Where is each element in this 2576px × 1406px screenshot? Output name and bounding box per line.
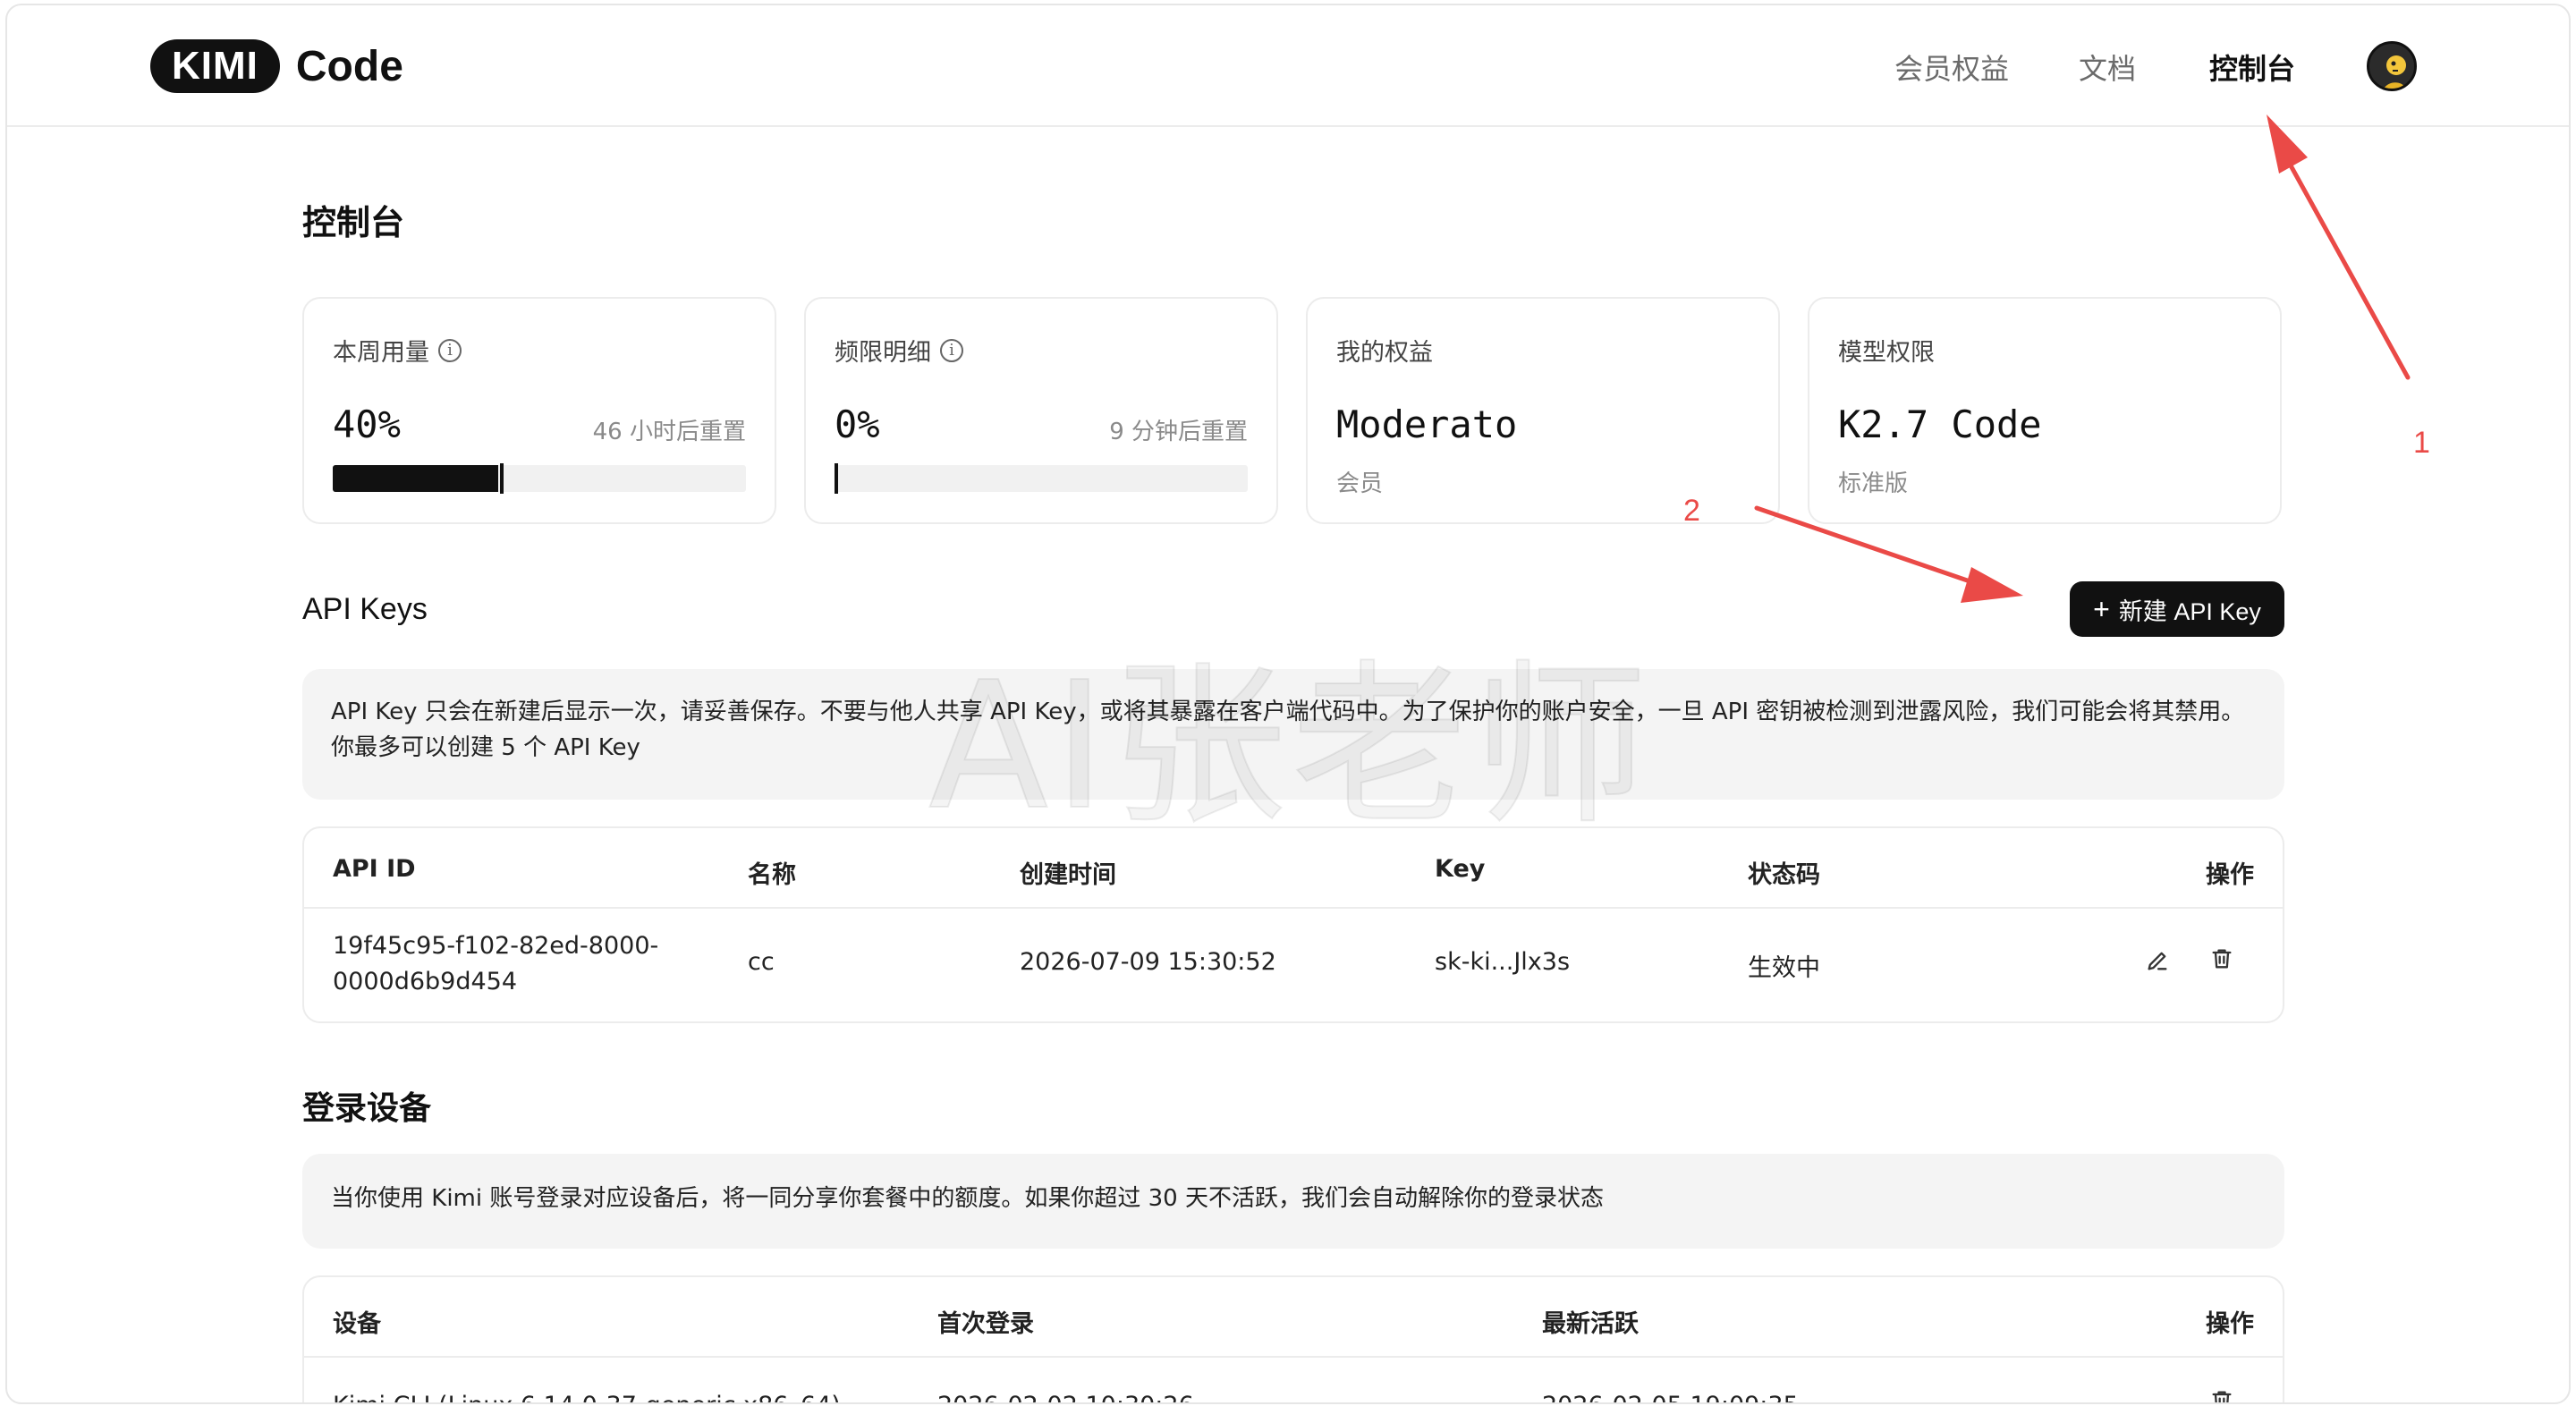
weekly-usage-value: 40% [333,402,401,446]
column-key: Key [1435,855,1486,883]
logo[interactable]: KIMI Code [150,39,403,93]
rate-limit-progress-marker [835,463,838,494]
model-access-card: 模型权限 K2.7 Code 标准版 [1808,297,2282,524]
devices-notice: 当你使用 Kimi 账号登录对应设备后，将一同分享你套餐中的额度。如果你超过 3… [302,1154,2284,1249]
weekly-usage-card: 本周用量 i 40% 46 小时后重置 [302,297,776,524]
new-api-key-button[interactable]: + 新建 API Key [2070,581,2284,637]
annotation-label-1: 1 [2413,426,2430,460]
annotation-label-2: 2 [1683,494,1700,528]
column-device: 设备 [333,1310,381,1338]
api-keys-title: API Keys [302,592,428,626]
benefits-sub: 会员 [1336,470,1384,497]
info-icon[interactable]: i [438,338,462,362]
api-keys-notice: API Key 只会在新建后显示一次，请妥善保存。不要与他人共享 API Key… [302,669,2284,800]
model-access-sub: 标准版 [1838,470,1909,497]
logo-badge: KIMI [150,39,280,93]
logo-text: Code [295,42,403,90]
weekly-usage-label: 本周用量 i [333,333,462,368]
weekly-usage-progress-marker [499,463,504,494]
model-access-value: K2.7 Code [1838,402,2042,446]
nav-console[interactable]: 控制台 [2209,47,2295,86]
nav-member-benefits[interactable]: 会员权益 [1894,47,2009,86]
app-window: KIMI Code 会员权益 文档 控制台 控制台 本周用量 i 40% 46 … [5,4,2571,1404]
api-id-cell: 19f45c95-f102-82ed-8000-0000d6b9d454 [333,932,659,995]
rate-limit-label-text: 频限明细 [835,339,931,367]
delete-icon[interactable] [2204,941,2240,977]
rate-limit-progress [835,463,1248,494]
column-created: 创建时间 [1020,861,1116,889]
rate-limit-card: 频限明细 i 0% 9 分钟后重置 [804,297,1278,524]
model-access-label: 模型权限 [1838,339,1935,367]
weekly-usage-progress-fill [333,465,498,492]
column-status: 状态码 [1748,861,1820,889]
api-status-cell: 生效中 [1748,954,1820,982]
benefits-card: 我的权益 Moderato 会员 [1306,297,1780,524]
weekly-usage-progress [333,463,746,494]
api-name-cell: cc [748,948,775,976]
column-actions: 操作 [2206,1310,2254,1338]
benefits-label: 我的权益 [1336,339,1433,367]
page-title: 控制台 [302,203,405,242]
avatar-image-icon [2369,44,2414,89]
weekly-usage-label-text: 本周用量 [333,339,429,367]
column-last-active: 最新活跃 [1542,1310,1639,1338]
api-key-cell: sk-ki...Jlx3s [1435,948,1571,976]
column-api-id: API ID [333,855,416,883]
delete-icon[interactable] [2204,1383,2240,1402]
rate-limit-label: 频限明细 i [835,333,963,368]
new-api-key-button-label: 新建 API Key [2118,597,2261,625]
device-name-cell: Kimi CLI (Linux 6.14.0-37-generic x86_64… [333,1392,841,1402]
weekly-usage-reset: 46 小时后重置 [592,419,746,445]
nav-docs[interactable]: 文档 [2079,47,2136,86]
top-header: KIMI Code 会员权益 文档 控制台 [7,5,2569,127]
devices-title: 登录设备 [302,1090,432,1127]
api-keys-table: API ID 名称 创建时间 Key 状态码 操作 19f45c95-f102-… [302,826,2284,1023]
table-header: API ID 名称 创建时间 Key 状态码 操作 [304,828,2283,909]
column-first-login: 首次登录 [937,1310,1034,1338]
edit-icon[interactable] [2140,943,2175,978]
device-first-login-cell: 2026-02-02 10:30:26 [937,1392,1194,1402]
column-actions: 操作 [2206,861,2254,889]
benefits-value: Moderato [1336,402,1518,446]
rate-limit-value: 0% [835,402,880,446]
plus-icon: + [2093,593,2110,625]
api-created-cell: 2026-07-09 15:30:52 [1020,948,1276,976]
devices-table: 设备 首次登录 最新活跃 操作 Kimi CLI (Linux 6.14.0-3… [302,1275,2284,1402]
rate-limit-reset: 9 分钟后重置 [1109,419,1248,445]
arrow-1-icon [2267,114,2411,380]
column-name: 名称 [748,861,796,889]
user-avatar[interactable] [2367,41,2417,91]
device-last-active-cell: 2026-02-05 19:09:35 [1542,1392,1799,1402]
table-header: 设备 首次登录 最新活跃 操作 [304,1277,2283,1358]
info-icon[interactable]: i [940,338,963,362]
